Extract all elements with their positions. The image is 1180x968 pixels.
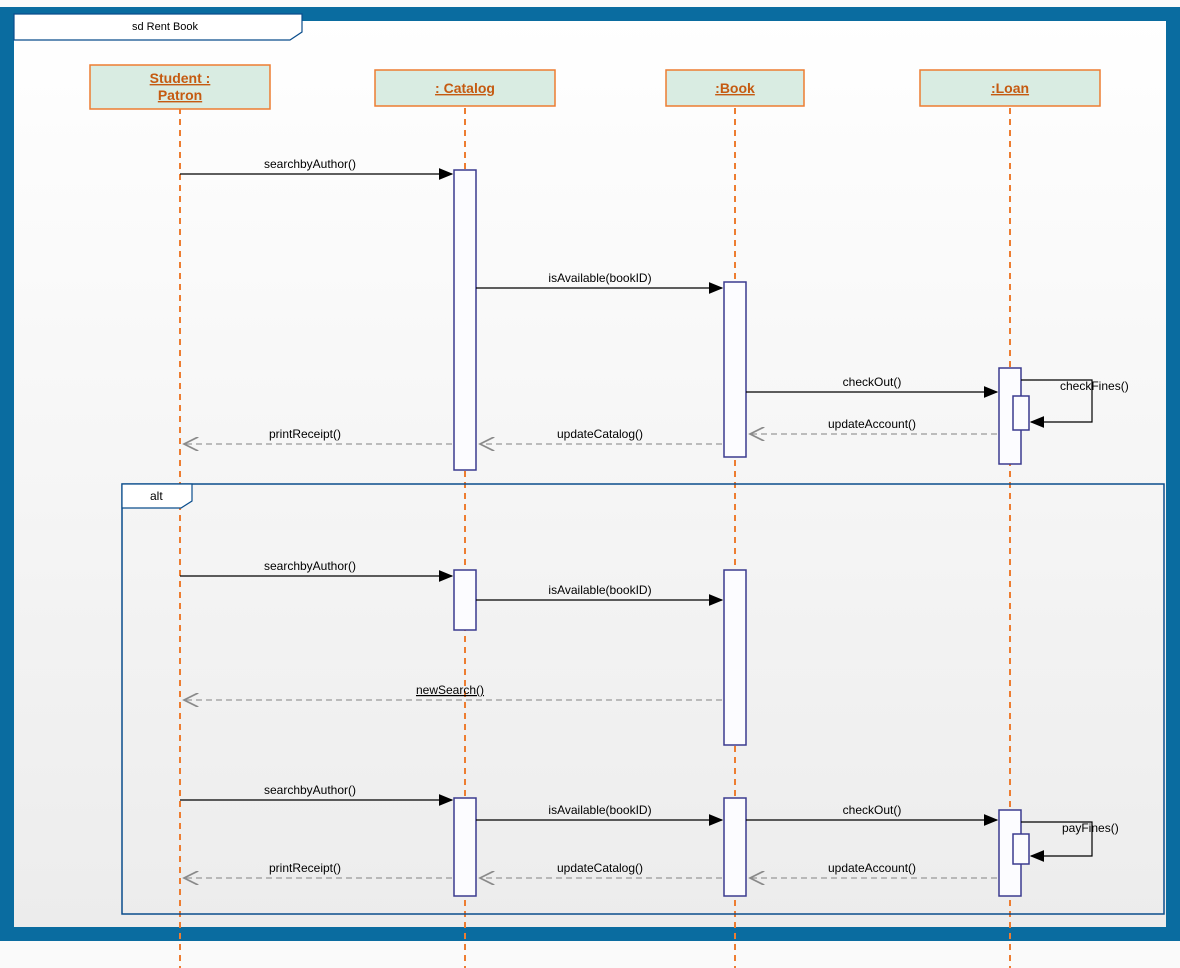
msg-checkout-2-label: checkOut() [843, 803, 902, 817]
activation-book-1 [724, 282, 746, 457]
lifebox-catalog-label: : Catalog [435, 80, 495, 96]
sd-title-text: sd Rent Book [132, 21, 199, 33]
activation-loan-self-2 [1013, 834, 1029, 864]
sd-title-tab: sd Rent Book [14, 14, 302, 40]
msg-isavailable-1-label: isAvailable(bookID) [548, 271, 651, 285]
activation-book-3 [724, 798, 746, 896]
msg-searchbyauthor-1-label: searchbyAuthor() [264, 157, 356, 171]
activation-catalog-2 [454, 570, 476, 630]
lifebox-book-label: :Book [715, 80, 755, 96]
msg-updatecatalog-2-label: updateCatalog() [557, 861, 643, 875]
msg-searchbyauthor-2-label: searchbyAuthor() [264, 559, 356, 573]
msg-printreceipt-1-label: printReceipt() [269, 427, 341, 441]
msg-isavailable-2-label: isAvailable(bookID) [548, 583, 651, 597]
sequence-diagram: sd Rent Book Student : Patron : Catalog … [0, 0, 1180, 968]
alt-label-text: alt [150, 489, 163, 503]
activation-book-2 [724, 570, 746, 745]
msg-payfines-label: payFines() [1062, 821, 1119, 835]
msg-updateaccount-1-label: updateAccount() [828, 417, 916, 431]
msg-checkout-1-label: checkOut() [843, 375, 902, 389]
msg-newsearch-label: newSearch() [416, 683, 484, 697]
activation-catalog-3 [454, 798, 476, 896]
msg-updateaccount-2-label: updateAccount() [828, 861, 916, 875]
msg-checkfines-label: checkFines() [1060, 379, 1129, 393]
lifebox-loan-label: :Loan [991, 80, 1029, 96]
lifebox-patron-label2: Patron [158, 87, 202, 103]
msg-printreceipt-2-label: printReceipt() [269, 861, 341, 875]
diagram-frame [7, 14, 1173, 934]
msg-searchbyauthor-3-label: searchbyAuthor() [264, 783, 356, 797]
activation-catalog-1 [454, 170, 476, 470]
msg-updatecatalog-1-label: updateCatalog() [557, 427, 643, 441]
msg-isavailable-3-label: isAvailable(bookID) [548, 803, 651, 817]
activation-loan-self-1 [1013, 396, 1029, 430]
lifebox-patron-label1: Student : [150, 70, 211, 86]
